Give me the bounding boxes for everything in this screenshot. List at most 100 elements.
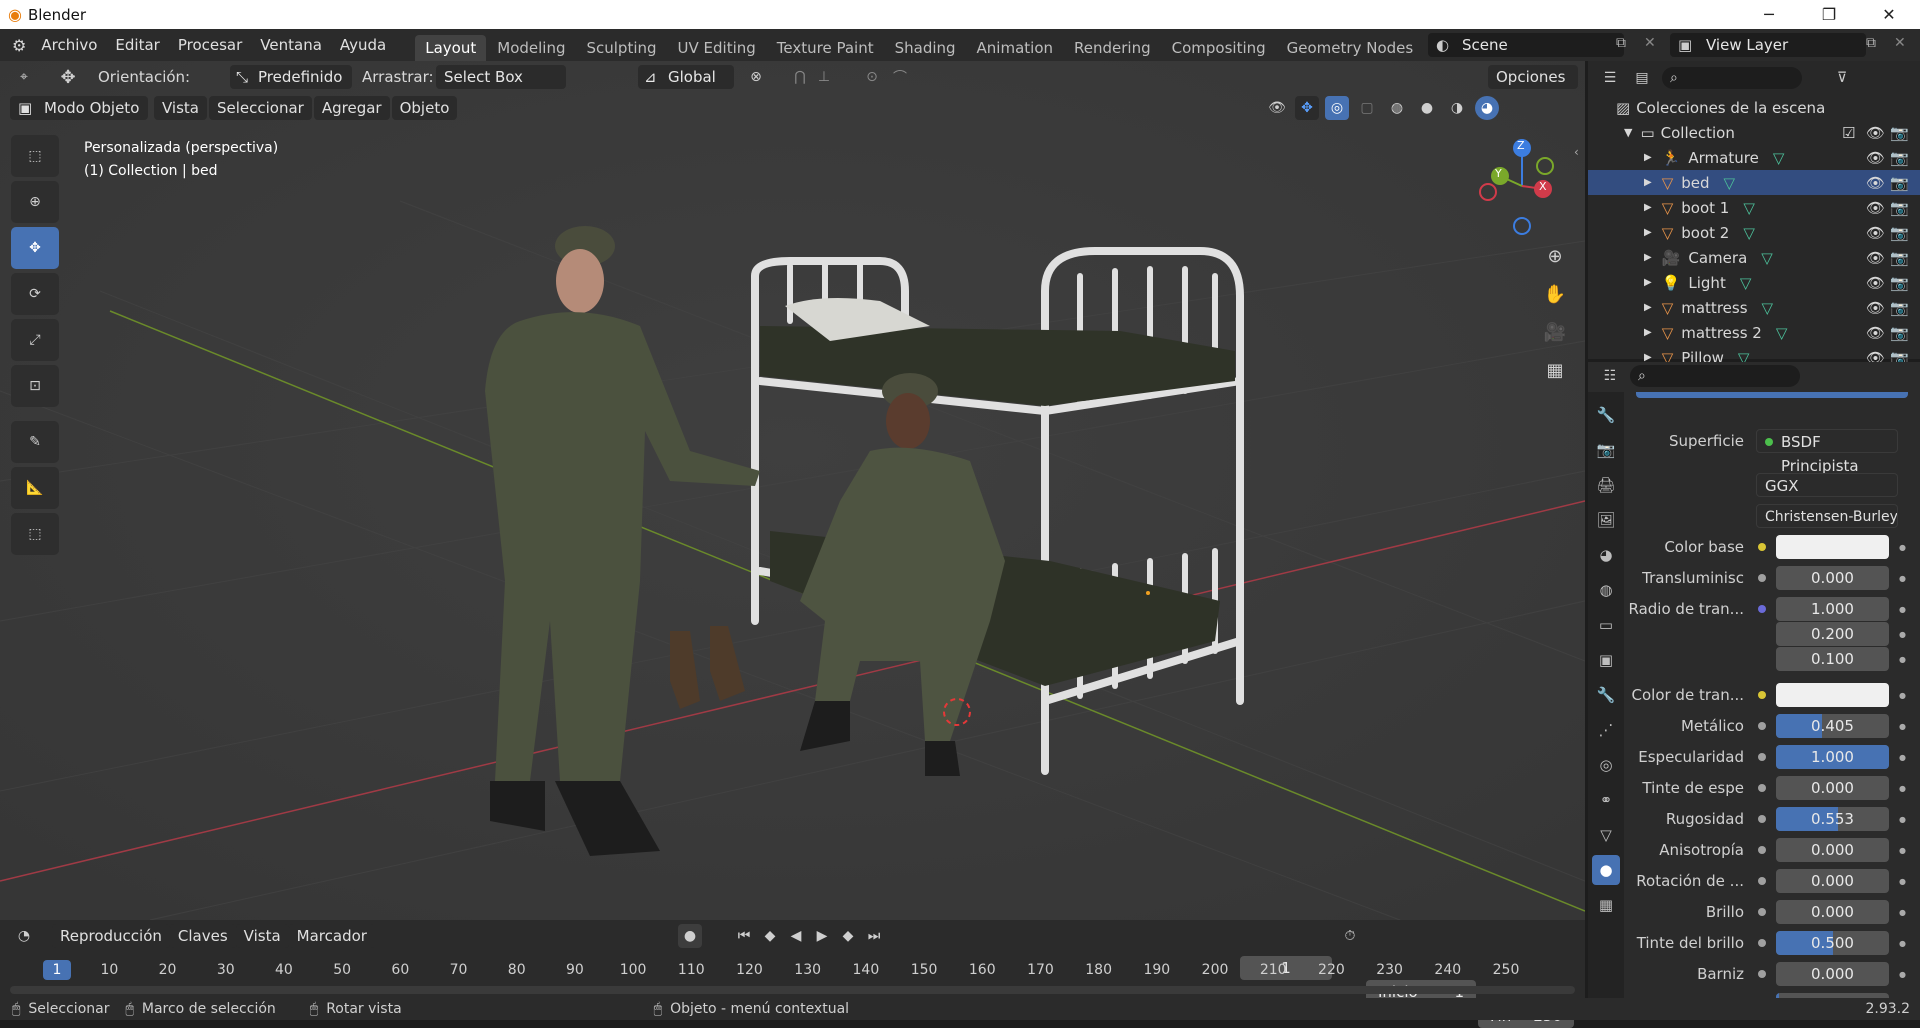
shader-input-value[interactable]: 0.000 xyxy=(1776,900,1889,924)
delete-scene-icon[interactable]: ✕ xyxy=(1644,35,1656,51)
camera-view-icon[interactable]: 🎥 xyxy=(1540,317,1570,347)
socket-dot-icon[interactable] xyxy=(1758,877,1766,885)
transform-tool-icon[interactable]: ⊡ xyxy=(11,365,59,407)
eye-icon[interactable]: 👁 xyxy=(1866,224,1885,242)
camera-render-icon[interactable]: 📷 xyxy=(1890,324,1909,342)
texture-tab-icon[interactable]: ▦ xyxy=(1592,890,1620,920)
select-box-tool-icon[interactable]: ⬚ xyxy=(11,135,59,177)
socket-dot-icon[interactable] xyxy=(1758,784,1766,792)
socket-dot-icon[interactable] xyxy=(1758,605,1766,613)
collection-tab-icon[interactable]: ▭ xyxy=(1592,610,1620,640)
blender-menu-icon[interactable]: ⚙ xyxy=(12,36,26,55)
camera-render-icon[interactable]: 📷 xyxy=(1890,224,1909,242)
record-icon[interactable]: ● xyxy=(678,924,702,948)
xray-icon[interactable]: ▢ xyxy=(1355,96,1379,120)
camera-render-icon[interactable]: 📷 xyxy=(1890,299,1909,317)
shader-input-value[interactable]: 0.000 xyxy=(1776,838,1889,862)
copy-scene-icon[interactable]: ⧉ xyxy=(1616,35,1626,51)
collection-checkbox-icon[interactable]: ☑ xyxy=(1842,124,1855,142)
keyframe-dot-icon[interactable]: ● xyxy=(1899,970,1906,979)
output-tab-icon[interactable]: 🖨 xyxy=(1592,470,1620,500)
keyframe-dot-icon[interactable]: ● xyxy=(1899,574,1906,583)
gizmo-toggle-icon[interactable]: ✥ xyxy=(1295,96,1319,120)
distribution-dropdown[interactable]: GGX xyxy=(1756,473,1898,497)
tab-geometry-nodes[interactable]: Geometry Nodes xyxy=(1277,35,1424,61)
tab-animation[interactable]: Animation xyxy=(967,35,1063,61)
snap-icon[interactable]: ⋂ xyxy=(788,65,812,89)
eye-icon[interactable]: 👁 xyxy=(1866,324,1885,342)
cursor-tool-icon[interactable]: ⊕ xyxy=(11,181,59,223)
eye-icon[interactable]: 👁 xyxy=(1866,274,1885,292)
eye-icon[interactable]: 👁 xyxy=(1866,299,1885,317)
camera-render-icon[interactable]: 📷 xyxy=(1890,149,1909,167)
shader-input-value[interactable]: 0.500 xyxy=(1776,931,1889,955)
maximize-button[interactable]: ❐ xyxy=(1806,0,1852,29)
menu-vista[interactable]: Vista xyxy=(154,96,207,120)
tab-rendering[interactable]: Rendering xyxy=(1064,35,1161,61)
data-tab-icon[interactable]: ▽ xyxy=(1592,820,1620,850)
snap-target-icon[interactable]: ⊥ xyxy=(812,65,836,89)
keyframe-dot-icon[interactable]: ● xyxy=(1899,630,1906,639)
outliner-item[interactable]: ▶ 🏃 Armature ▽ 👁 📷 xyxy=(1588,145,1920,170)
scene-tab-icon[interactable]: ◕ xyxy=(1592,540,1620,570)
scene-selector[interactable]: ◐ Scene xyxy=(1428,33,1624,57)
menu-agregar[interactable]: Agregar xyxy=(313,96,390,120)
menu-editar[interactable]: Editar xyxy=(106,29,168,61)
viewport-scene[interactable] xyxy=(0,61,1585,920)
surface-shader-dropdown[interactable]: BSDF Principista xyxy=(1756,429,1898,475)
outliner-search-input[interactable]: ⌕ xyxy=(1662,67,1802,89)
measure-tool-icon[interactable]: 📐 xyxy=(11,467,59,509)
shader-input-value[interactable]: 0.553 xyxy=(1776,807,1889,831)
proportional-edit-icon[interactable]: ⊙ xyxy=(860,65,884,89)
socket-dot-icon[interactable] xyxy=(1758,753,1766,761)
tab-uv-editing[interactable]: UV Editing xyxy=(668,35,766,61)
shader-input-value[interactable]: 0.000 xyxy=(1776,566,1889,590)
expand-arrow-icon[interactable]: ▶ xyxy=(1644,277,1652,288)
move-tool-icon[interactable]: ✥ xyxy=(56,65,80,89)
camera-render-icon[interactable]: 📷 xyxy=(1890,249,1909,267)
perspective-grid-icon[interactable]: ▦ xyxy=(1540,355,1570,385)
outliner-item[interactable]: ▶ ▽ boot 1 ▽ 👁 📷 xyxy=(1588,195,1920,220)
pan-hand-icon[interactable]: ✋ xyxy=(1540,279,1570,309)
filter-icon[interactable]: ⊽ xyxy=(1830,66,1854,90)
menu-seleccionar[interactable]: Seleccionar xyxy=(209,96,312,120)
eye-icon[interactable]: 👁 xyxy=(1866,149,1885,167)
keyframe-dot-icon[interactable]: ● xyxy=(1899,543,1906,552)
zoom-icon[interactable]: ⊕ xyxy=(1540,241,1570,271)
outliner-item[interactable]: ▶ ▽ bed ▽ 👁 📷 xyxy=(1588,170,1920,195)
tab-texture-paint[interactable]: Texture Paint xyxy=(767,35,884,61)
color-swatch[interactable] xyxy=(1776,535,1889,559)
socket-dot-icon[interactable] xyxy=(1758,691,1766,699)
view-layer-tab-icon[interactable]: 🖼 xyxy=(1592,505,1620,535)
next-keyframe-icon[interactable]: ◆ xyxy=(836,924,860,948)
socket-dot-icon[interactable] xyxy=(1758,908,1766,916)
expand-arrow-icon[interactable]: ▶ xyxy=(1644,252,1652,263)
keyframe-dot-icon[interactable]: ● xyxy=(1899,815,1906,824)
outliner-item[interactable]: ▶ ▽ mattress ▽ 👁 📷 xyxy=(1588,295,1920,320)
move-tool-button-icon[interactable]: ✥ xyxy=(11,227,59,269)
pivot-icon[interactable]: ⊗ xyxy=(744,65,768,89)
shader-input-value[interactable]: 0.200 xyxy=(1776,622,1889,646)
keyframe-dot-icon[interactable]: ● xyxy=(1899,784,1906,793)
annotate-tool-icon[interactable]: ✎ xyxy=(11,421,59,463)
tab-modeling[interactable]: Modeling xyxy=(487,35,575,61)
keyframe-dot-icon[interactable]: ● xyxy=(1899,877,1906,886)
minimize-button[interactable]: ─ xyxy=(1746,0,1792,29)
properties-search-input[interactable]: ⌕ xyxy=(1630,365,1800,387)
socket-dot-icon[interactable] xyxy=(1758,722,1766,730)
socket-dot-icon[interactable] xyxy=(1758,574,1766,582)
socket-dot-icon[interactable] xyxy=(1758,970,1766,978)
eye-icon[interactable]: 👁 xyxy=(1866,249,1885,267)
timeline-ruler[interactable]: 1 10 20 30 40 50 60 70 80 90 100 110 120 130 140 150 160… xyxy=(0,960,1585,982)
constraints-tab-icon[interactable]: ⚭ xyxy=(1592,785,1620,815)
rendered-shading-icon[interactable]: ◕ xyxy=(1475,96,1499,120)
outliner-item[interactable]: ▶ ▽ mattress 2 ▽ 👁 📷 xyxy=(1588,320,1920,345)
camera-render-icon[interactable]: 📷 xyxy=(1890,274,1909,292)
options-dropdown[interactable]: Opciones xyxy=(1488,65,1578,89)
expand-arrow-icon[interactable]: ▶ xyxy=(1644,227,1652,238)
outliner-editor-type-icon[interactable]: ☰ xyxy=(1598,66,1622,90)
close-button[interactable]: ✕ xyxy=(1866,0,1912,29)
expand-arrow-icon[interactable]: ▶ xyxy=(1644,302,1652,313)
expand-arrow-icon[interactable]: ▶ xyxy=(1644,327,1652,338)
outliner-item[interactable]: ▶ 💡 Light ▽ 👁 📷 xyxy=(1588,270,1920,295)
